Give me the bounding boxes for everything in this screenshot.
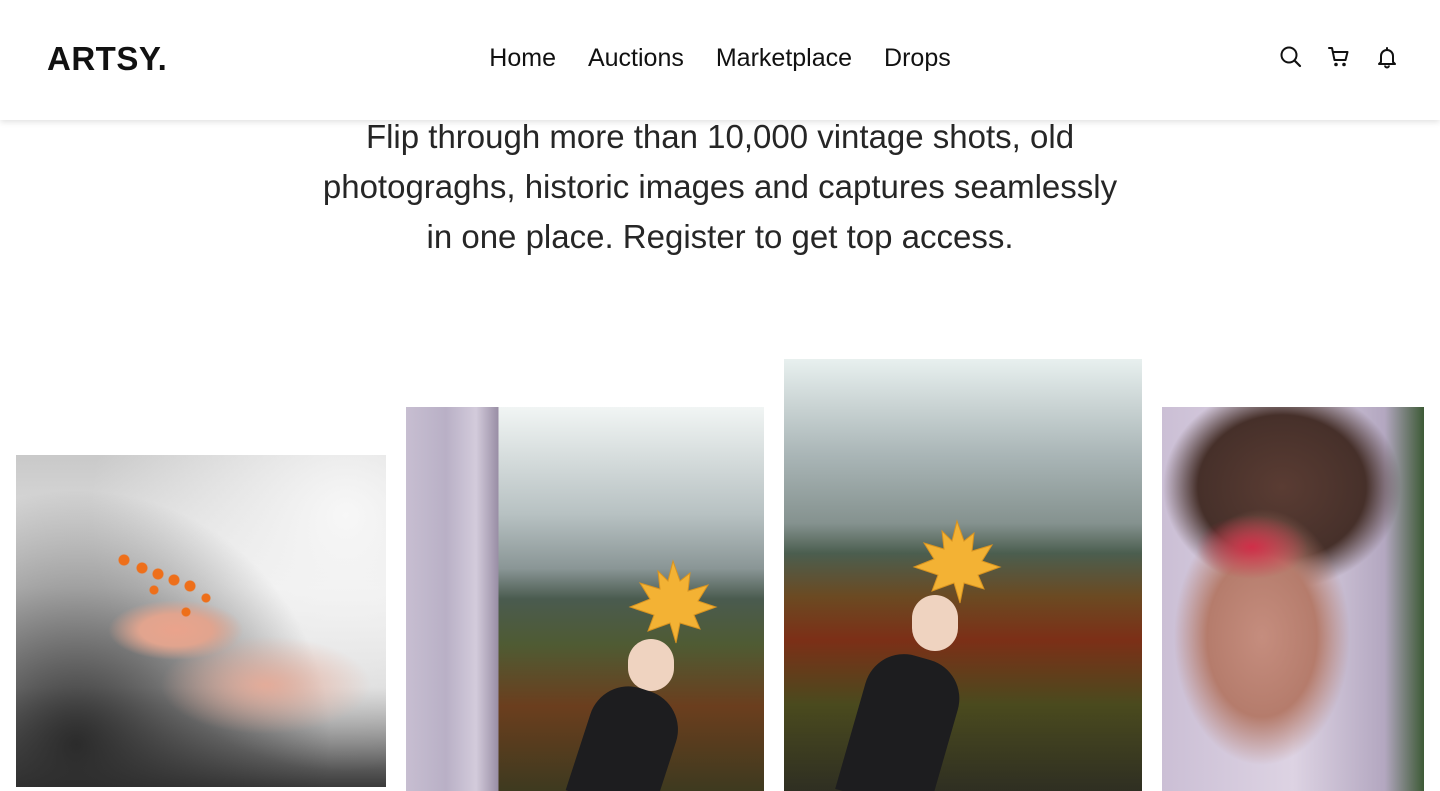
cart-icon[interactable] xyxy=(1326,44,1352,70)
hand-image-detail xyxy=(912,595,958,651)
arm-image-detail xyxy=(835,644,969,791)
gallery-photo-foil-leaf[interactable] xyxy=(406,407,764,791)
nav-item-auctions: Auctions xyxy=(588,44,684,73)
berries-image-detail xyxy=(114,550,224,635)
gallery-photo-leaf-forest[interactable] xyxy=(784,359,1142,791)
nav-link-marketplace[interactable]: Marketplace xyxy=(716,44,852,72)
arm-image-detail xyxy=(565,676,689,791)
hand-image-detail xyxy=(628,639,674,691)
bell-icon[interactable] xyxy=(1374,44,1400,70)
nav-item-drops: Drops xyxy=(884,44,951,73)
search-icon[interactable] xyxy=(1278,44,1304,70)
nav-icons xyxy=(1278,44,1400,70)
nav-item-home: Home xyxy=(489,44,556,73)
nav-link-auctions[interactable]: Auctions xyxy=(588,44,684,72)
maple-leaf-image xyxy=(912,519,1002,604)
gallery-photo-red-glasses[interactable] xyxy=(1162,407,1424,791)
hero-description: Flip through more than 10,000 vintage sh… xyxy=(322,118,1118,255)
nav-links: Home Auctions Marketplace Drops xyxy=(0,44,1440,73)
nav-item-marketplace: Marketplace xyxy=(716,44,852,73)
gallery-photo-hand-berries[interactable] xyxy=(16,455,386,787)
top-navbar: ARTSY. Home Auctions Marketplace Drops xyxy=(0,0,1440,120)
maple-leaf-image xyxy=(628,559,718,644)
nav-link-drops[interactable]: Drops xyxy=(884,44,951,72)
nav-link-home[interactable]: Home xyxy=(489,44,556,72)
